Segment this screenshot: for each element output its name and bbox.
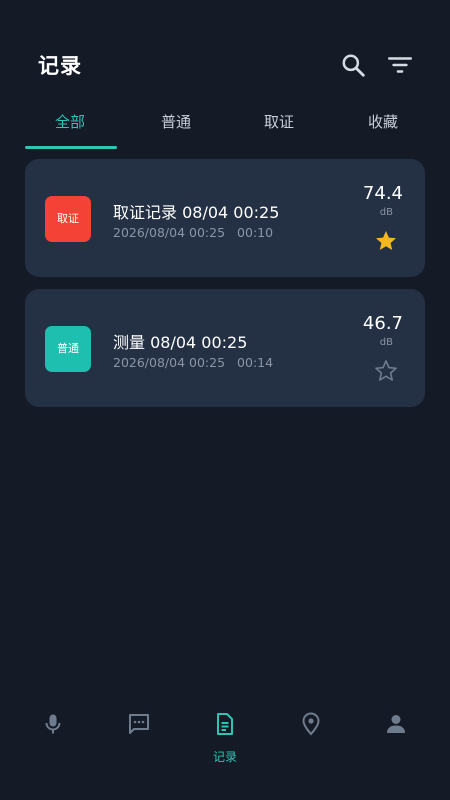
location-icon [302, 712, 320, 736]
nav-item-measure[interactable] [23, 712, 83, 772]
record-title: 测量 08/04 00:25 [113, 333, 248, 352]
record-db-value: 74.4 [362, 183, 403, 204]
person-icon [387, 715, 405, 733]
tab-all[interactable]: 全部 [15, 104, 125, 148]
record-tabs: 全部 普通 取证 收藏 [0, 104, 450, 148]
record-db-unit: dB [379, 207, 393, 218]
search-icon[interactable] [340, 52, 366, 78]
message-icon [129, 714, 149, 734]
tab-evidence[interactable]: 取证 [224, 104, 334, 148]
star-outline-icon[interactable] [374, 359, 398, 383]
record-type-badge: 普通 [45, 326, 91, 372]
nav-label-records: 记录 [212, 750, 237, 764]
tab-normal[interactable]: 普通 [121, 104, 231, 148]
filter-icon[interactable] [387, 52, 413, 78]
record-date: 2026/08/04 00:25 [113, 355, 226, 370]
star-filled-icon[interactable] [374, 229, 398, 253]
bottom-navigation: 记录 [0, 700, 450, 800]
app-header: 记录 [0, 0, 450, 100]
nav-item-messages[interactable] [109, 712, 169, 772]
record-duration: 00:10 [237, 225, 274, 240]
record-card[interactable]: 取证 取证记录 08/04 00:25 2026/08/04 00:25 00:1… [25, 159, 425, 277]
nav-item-location[interactable] [281, 712, 341, 772]
tab-active-indicator [25, 146, 117, 149]
record-card[interactable]: 普通 测量 08/04 00:25 2026/08/04 00:25 00:14 … [25, 289, 425, 407]
record-meta: 2026/08/04 00:25 00:10 [113, 225, 273, 240]
record-title: 取证记录 08/04 00:25 [113, 203, 280, 222]
page-title: 记录 [38, 54, 82, 78]
record-db-unit: dB [379, 337, 393, 348]
tab-favorites[interactable]: 收藏 [328, 104, 438, 148]
document-icon [217, 713, 233, 735]
record-date: 2026/08/04 00:25 [113, 225, 226, 240]
nav-item-profile[interactable] [366, 712, 426, 772]
nav-item-records[interactable]: 记录 [195, 712, 255, 772]
record-meta: 2026/08/04 00:25 00:14 [113, 355, 273, 370]
record-duration: 00:14 [237, 355, 274, 370]
microphone-icon [45, 714, 61, 734]
record-type-badge: 取证 [45, 196, 91, 242]
record-db-value: 46.7 [362, 313, 403, 334]
